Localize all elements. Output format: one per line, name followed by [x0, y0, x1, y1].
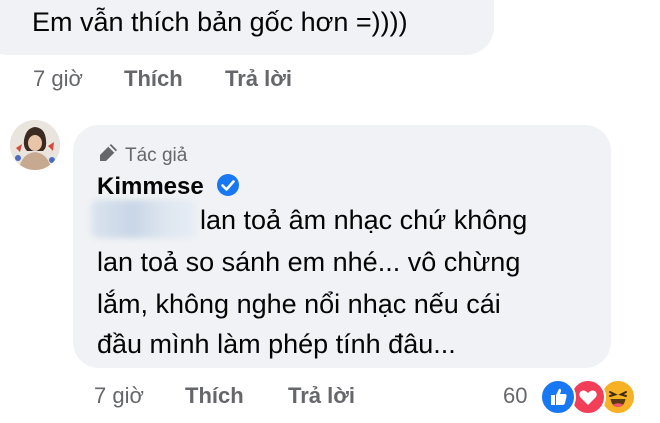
reply-comment-reply-button[interactable]: Trả lời: [288, 383, 355, 409]
first-comment-actions: 7 giờ Thích Trả lời: [33, 66, 292, 92]
first-comment-reply-button[interactable]: Trả lời: [225, 66, 292, 92]
reply-comment-actions: 7 giờ Thích Trả lời: [94, 383, 355, 409]
reply-text-line-3: lắm, không nghe nổi nhạc nếu cái: [97, 289, 501, 319]
like-icon: [540, 379, 576, 415]
reply-comment-time[interactable]: 7 giờ: [94, 383, 144, 408]
reply-text-line-1: lan toả âm nhạc chứ không: [200, 205, 528, 235]
author-name[interactable]: Kimmese: [97, 173, 204, 201]
reaction-count[interactable]: 60: [503, 383, 527, 409]
first-comment-time[interactable]: 7 giờ: [33, 66, 83, 91]
reply-text-line-2: lan toả so sánh em nhé... vô chừng: [97, 247, 521, 277]
blurred-mention: [91, 200, 196, 238]
reply-comment-like-button[interactable]: Thích: [185, 383, 244, 409]
avatar[interactable]: [10, 120, 60, 170]
reply-text-line-4: đầu mình làm phép tính đâu...: [97, 329, 456, 359]
author-badge-label: Tác giả: [125, 145, 188, 166]
first-comment-text: Em vẫn thích bản gốc hơn =)))): [32, 7, 408, 37]
pen-icon: [100, 144, 117, 161]
first-comment-bubble: Em vẫn thích bản gốc hơn =)))): [0, 0, 494, 55]
reactions-summary[interactable]: [540, 379, 644, 415]
first-comment-like-button[interactable]: Thích: [124, 66, 183, 92]
verified-badge-icon: [217, 174, 239, 196]
author-badge: Tác giả: [97, 142, 187, 167]
reply-comment-bubble: Tác giả Kimmese lan toả âm nhạc chứ khôn…: [73, 125, 611, 368]
